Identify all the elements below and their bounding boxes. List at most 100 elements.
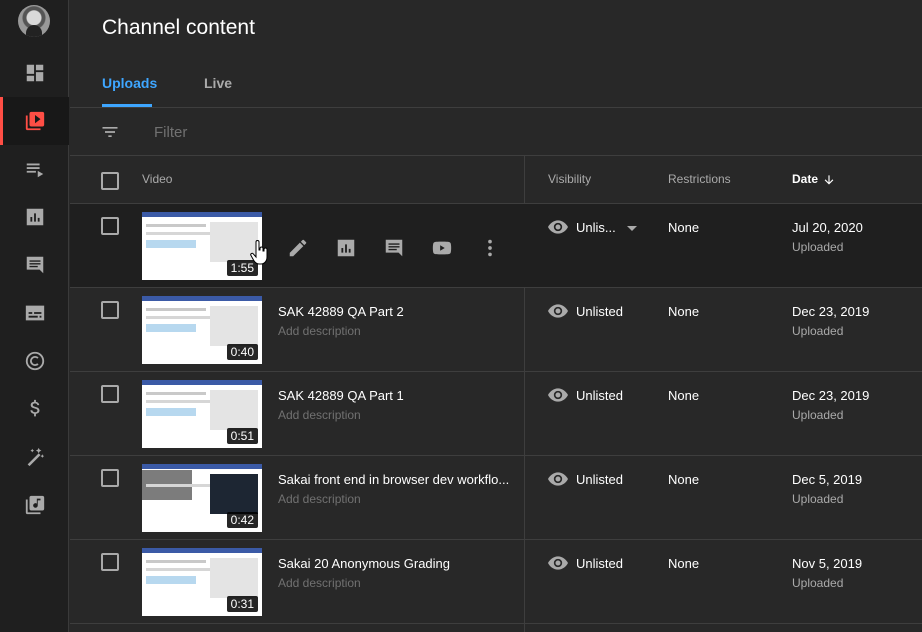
select-all-checkbox[interactable] [101, 172, 119, 190]
date-status: Uploaded [792, 492, 844, 506]
hand-cursor-icon [250, 240, 268, 265]
copyright-icon [25, 351, 44, 371]
row-checkbox[interactable] [101, 301, 119, 319]
audio-library-icon [25, 495, 44, 515]
view-on-youtube-button[interactable] [431, 237, 453, 259]
sidebar-item-copyright[interactable] [0, 337, 69, 385]
page-title: Channel content [102, 16, 255, 39]
chevron-down-icon[interactable] [627, 226, 637, 231]
video-duration: 0:31 [226, 596, 258, 612]
edit-button[interactable] [287, 237, 309, 259]
customization-icon [27, 447, 44, 467]
eye-icon [548, 220, 568, 234]
video-title[interactable]: Sakai 20 Anonymous Grading [278, 556, 510, 571]
filter-icon[interactable] [100, 122, 120, 142]
tab-active-indicator [102, 104, 152, 107]
sidebar-item-playlists[interactable] [0, 145, 69, 193]
column-visibility[interactable]: Visibility [548, 172, 591, 186]
visibility-value[interactable]: Unlisted [576, 388, 623, 403]
restrictions-value: None [668, 304, 700, 319]
video-thumbnail[interactable]: 0:40 [142, 296, 262, 364]
sort-arrow-down-icon[interactable] [822, 173, 836, 187]
restrictions-value: None [668, 220, 700, 235]
sidebar-item-audio-library[interactable] [0, 481, 69, 529]
analytics-icon [26, 208, 43, 226]
video-thumbnail[interactable]: 1:55 [142, 212, 262, 280]
analytics-button[interactable] [335, 237, 357, 259]
date-value: Dec 5, 2019 [792, 472, 863, 487]
date-value: Dec 23, 2019 [792, 304, 870, 319]
row-checkbox[interactable] [101, 385, 119, 403]
row-checkbox[interactable] [101, 553, 119, 571]
video-description[interactable]: Add description [278, 576, 361, 590]
video-thumbnail[interactable]: 0:42 [142, 464, 262, 532]
subtitles-icon [25, 305, 44, 321]
restrictions-value: None [668, 556, 700, 571]
tab-bar: Uploads Live [70, 60, 922, 108]
date-value: Dec 23, 2019 [792, 388, 870, 403]
sidebar-item-monetization[interactable] [0, 385, 69, 433]
options-button[interactable] [479, 237, 501, 259]
table-row[interactable]: 0:31 Sakai 20 Anonymous Grading Add desc… [70, 540, 922, 624]
sidebar-item-subtitles[interactable] [0, 289, 69, 337]
eye-icon [548, 556, 568, 570]
video-description[interactable]: Add description [278, 408, 361, 422]
table-row[interactable]: 0:40 SAK 42889 QA Part 2 Add description… [70, 288, 922, 372]
comments-icon [26, 256, 43, 274]
visibility-value[interactable]: Unlisted [576, 304, 623, 319]
analytics-icon [337, 239, 355, 257]
playlists-icon [26, 163, 43, 178]
date-status: Uploaded [792, 240, 844, 254]
video-duration: 0:42 [226, 512, 258, 528]
tab-uploads[interactable]: Uploads [102, 75, 157, 91]
comments-button[interactable] [383, 237, 405, 259]
eye-icon [548, 304, 568, 318]
date-value: Nov 5, 2019 [792, 556, 863, 571]
video-description[interactable]: Add description [278, 492, 361, 506]
row-checkbox[interactable] [101, 217, 119, 235]
sidebar-item-content[interactable] [0, 97, 69, 145]
date-status: Uploaded [792, 576, 844, 590]
video-thumbnail[interactable]: 0:31 [142, 548, 262, 616]
filter-input[interactable]: Filter [154, 124, 187, 141]
date-value: Jul 20, 2020 [792, 220, 863, 235]
pencil-icon [289, 239, 307, 257]
video-duration: 0:51 [226, 428, 258, 444]
tab-live[interactable]: Live [204, 75, 232, 91]
restrictions-value: None [668, 472, 700, 487]
video-title[interactable]: SAK 42889 QA Part 2 [278, 304, 510, 319]
eye-icon [548, 388, 568, 402]
content-icon [25, 111, 44, 131]
sidebar-item-comments[interactable] [0, 241, 69, 289]
video-thumbnail[interactable]: 0:51 [142, 380, 262, 448]
video-title[interactable]: SAK 42889 QA Part 1 [278, 388, 510, 403]
main-content: Channel content Uploads Live Filter Vide… [70, 0, 922, 632]
column-video: Video [142, 172, 173, 186]
table-row[interactable]: 0:51 SAK 42889 QA Part 1 Add description… [70, 372, 922, 456]
table-row[interactable]: 0:42 Sakai front end in browser dev work… [70, 456, 922, 540]
sidebar-item-analytics[interactable] [0, 193, 69, 241]
column-date[interactable]: Date [792, 172, 818, 186]
date-status: Uploaded [792, 324, 844, 338]
date-status: Uploaded [792, 408, 844, 422]
sidebar-item-customization[interactable] [0, 433, 69, 481]
table-row[interactable]: 1:55 Unlis... None Jul 20, 2020 Uploaded [70, 204, 922, 288]
row-checkbox[interactable] [101, 469, 119, 487]
visibility-dropdown[interactable]: Unlis... [576, 220, 616, 235]
restrictions-value: None [668, 388, 700, 403]
video-description[interactable]: Add description [278, 324, 361, 338]
comments-icon [385, 239, 403, 257]
monetization-icon [29, 399, 39, 417]
table-header: Video Visibility Restrictions Date [70, 156, 922, 204]
visibility-value[interactable]: Unlisted [576, 556, 623, 571]
video-title[interactable]: Sakai front end in browser dev workflo..… [278, 472, 510, 487]
sidebar-item-dashboard[interactable] [0, 49, 69, 97]
more-vert-icon [488, 239, 492, 257]
video-duration: 0:40 [226, 344, 258, 360]
visibility-value[interactable]: Unlisted [576, 472, 623, 487]
eye-icon [548, 472, 568, 486]
filter-bar: Filter [70, 108, 922, 156]
dashboard-icon [26, 64, 43, 82]
column-restrictions[interactable]: Restrictions [668, 172, 731, 186]
avatar[interactable] [18, 5, 50, 37]
